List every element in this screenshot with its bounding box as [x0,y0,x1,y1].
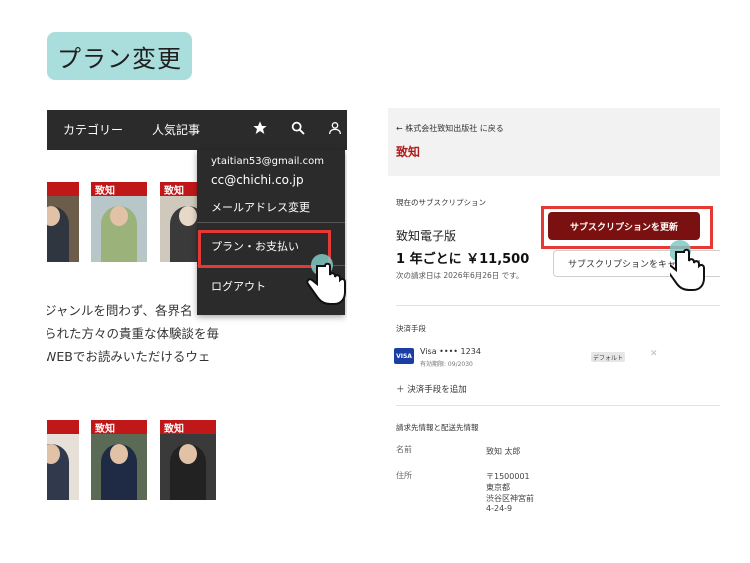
body-text-line: られた方々の貴重な体験談を毎 [47,326,220,341]
address-line: 東京都 [486,483,510,492]
magazine-cover[interactable]: 致知 [160,420,216,500]
menu-divider [197,222,345,223]
address-line: 〒1500001 [486,472,530,481]
magazine-cover[interactable]: 致知 [47,420,79,500]
site-navbar: カテゴリー 人気記事 [47,110,347,150]
nav-popular[interactable]: 人気記事 [152,121,200,138]
visa-card-icon: VISA [394,348,414,364]
plan-price: 1 年ごとに ￥11,500 [396,252,530,267]
body-text-line: WEBでお読みいただけるウェ [47,349,211,364]
site-screenshot-panel: カテゴリー 人気記事 致知 致知 致知 ジャンルを問わず、各界名 られた方々の貴… [47,110,347,540]
section-divider [396,305,720,306]
magazine-cover[interactable]: 致知 [91,182,147,262]
nav-category[interactable]: カテゴリー [63,121,123,138]
logout-link[interactable]: ログアウト [211,278,266,294]
user-icon[interactable] [327,120,343,138]
default-badge: デフォルト [591,352,625,362]
name-value: 致知 太郎 [486,447,521,456]
search-icon[interactable] [290,120,306,138]
payment-method-label: 決済手段 [396,324,426,333]
card-number: Visa •••• 1234 [420,347,481,356]
name-label: 名前 [396,445,412,454]
address-line: 4-24-9 [486,504,513,513]
company-logo: 致知 [396,145,421,159]
card-expiry: 有効期限: 09/2030 [420,361,473,368]
section-divider [396,405,720,406]
plan-name: 致知電子版 [396,229,457,243]
back-link[interactable]: ← 株式会社致知出版社 に戻る [396,123,504,134]
account-email: ytaitian53@gmail.com [211,156,324,167]
remove-card-icon[interactable]: ✕ [650,349,658,359]
pointer-hand-icon [665,238,720,294]
account-email-secondary: cc@chichi.co.jp [211,173,304,187]
billing-portal-panel: ← 株式会社致知出版社 に戻る 致知 現在のサブスクリプション 致知電子版 1 … [388,108,720,538]
magazine-cover[interactable]: 致知 [91,420,147,500]
magazine-cover[interactable]: 致知 [47,182,79,262]
address-line: 渋谷区神宮前 [486,494,534,503]
next-billing-date: 次の請求日は 2026年6月26日 です。 [396,271,524,280]
pointer-hand-icon [295,252,347,308]
current-subscription-label: 現在のサブスクリプション [396,198,486,207]
star-icon[interactable] [252,120,268,138]
change-email-link[interactable]: メールアドレス変更 [211,199,310,215]
page-section-title: プラン変更 [47,32,192,80]
address-label: 住所 [396,471,412,480]
body-text-line: ジャンルを問わず、各界名 [47,303,193,318]
portal-header: ← 株式会社致知出版社 に戻る 致知 [388,108,720,176]
add-payment-method-link[interactable]: ＋ 決済手段を追加 [396,383,467,395]
billing-info-label: 請求先情報と配送先情報 [396,423,479,432]
